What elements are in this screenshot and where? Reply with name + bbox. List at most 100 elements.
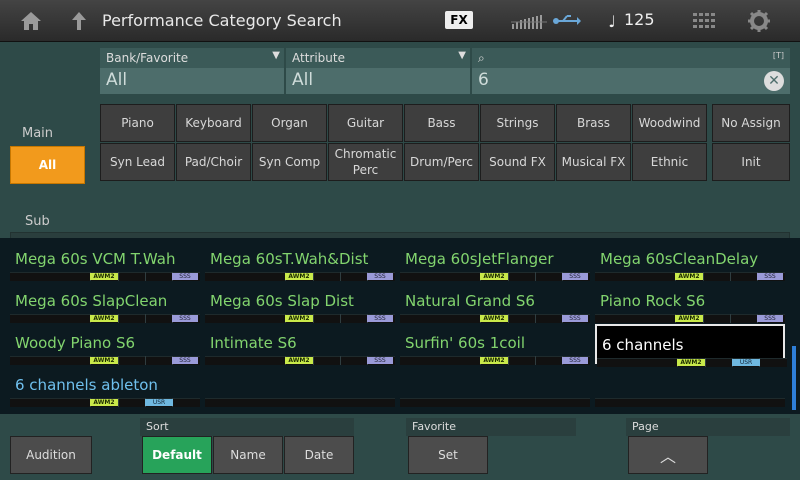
usb-icon [552,8,582,34]
sss-badge: SSS [172,273,198,280]
empty-result-slot [400,366,590,407]
result-name: Mega 60s VCM T.Wah [15,250,176,268]
settings-gear-icon[interactable] [747,8,771,34]
title-bar: Performance Category Search FX ♩ 125 [0,0,800,42]
awm2-badge: AWM2 [90,399,118,406]
bar-divider [145,314,146,323]
all-category-button[interactable]: All [10,146,85,184]
grid-icon[interactable] [692,8,716,34]
awm2-badge: AWM2 [90,315,118,322]
bar-divider [508,314,509,323]
result-attribute-bar [205,398,395,407]
result-item[interactable]: Surfin' 60s 1coil AWM2 SSS [400,324,590,365]
dropdown-triangle-icon: ▼ [458,50,466,61]
bar-divider [703,272,704,281]
text-badge: [T] [772,51,784,60]
result-name: Mega 60sCleanDelay [600,250,759,268]
bar-divider [145,356,146,365]
result-item[interactable]: Mega 60s VCM T.Wah AWM2 SSS [10,240,200,281]
bar-divider [535,314,536,323]
category-bass-button[interactable]: Bass [404,104,479,142]
list-scrollbar[interactable] [792,346,796,410]
awm2-badge: AWM2 [285,357,313,364]
category-organ-button[interactable]: Organ [252,104,327,142]
subcategory-musical-fx-button[interactable]: Musical FX [556,143,631,181]
search-input[interactable]: 6 ✕ [472,68,790,94]
filter-panel: Bank/Favorite ▼ All Attribute ▼ All ⌕ [T] … [0,42,800,274]
main-label: Main [22,126,54,141]
awm2-badge: AWM2 [285,315,313,322]
sort-date-button[interactable]: Date [284,436,354,474]
sort-name-button[interactable]: Name [213,436,283,474]
awm2-badge: AWM2 [480,315,508,322]
sss-badge: SSS [367,273,393,280]
dropdown-triangle-icon: ▼ [272,50,280,61]
empty-result-slot [595,366,785,407]
result-item[interactable]: Mega 60sJetFlanger AWM2 SSS [400,240,590,281]
result-name: Mega 60s SlapClean [15,292,168,310]
result-name: Intimate S6 [210,334,297,352]
tempo-value[interactable]: 125 [624,10,655,29]
result-item[interactable]: Mega 60s Slap Dist AWM2 SSS [205,282,395,323]
result-name: Natural Grand S6 [405,292,535,310]
bar-divider [313,314,314,323]
bar-divider [340,356,341,365]
awm2-badge: AWM2 [90,357,118,364]
result-item[interactable]: 6 channels AWM2 USR [595,324,787,367]
result-item[interactable]: Natural Grand S6 AWM2 SSS [400,282,590,323]
favorite-set-button[interactable]: Set [408,436,488,474]
bar-divider [703,314,704,323]
search-value: 6 [478,70,489,90]
result-name: Mega 60sJetFlanger [405,250,554,268]
category-keyboard-button[interactable]: Keyboard [176,104,251,142]
page-title: Performance Category Search [102,11,342,30]
attribute-select[interactable]: All [286,68,470,94]
result-item[interactable]: 6 channels ableton AWM2 USR [10,366,200,407]
awm2-badge: AWM2 [675,273,703,280]
category-piano-button[interactable]: Piano [100,104,175,142]
note-icon: ♩ [608,11,616,31]
awm2-badge: AWM2 [90,273,118,280]
subcategory-chromatic-perc-button[interactable]: Chromatic Perc [328,143,403,181]
category-guitar-button[interactable]: Guitar [328,104,403,142]
awm2-badge: AWM2 [480,273,508,280]
category-no-assign-button[interactable]: No Assign [712,104,790,142]
results-list: Mega 60s VCM T.Wah AWM2 SSS Mega 60sT.Wah&D… [0,238,800,414]
chevron-up-icon: ︿ [659,447,676,466]
category-woodwind-button[interactable]: Woodwind [632,104,707,142]
category-strings-button[interactable]: Strings [480,104,555,142]
subcategory-pad-choir-button[interactable]: Pad/Choir [176,143,251,181]
subcategory-syn-lead-button[interactable]: Syn Lead [100,143,175,181]
result-item[interactable]: Mega 60sT.Wah&Dist AWM2 SSS [205,240,395,281]
result-item[interactable]: Intimate S6 AWM2 SSS [205,324,395,365]
subcategory-init-button[interactable]: Init [712,143,790,181]
user-badge: USR [732,359,760,366]
page-label: Page [626,418,790,436]
audition-button[interactable]: Audition [10,436,92,474]
result-item[interactable]: Mega 60s SlapClean AWM2 SSS [10,282,200,323]
bar-divider [118,356,119,365]
bank-favorite-select[interactable]: All [100,68,284,94]
result-item[interactable]: Woody Piano S6 AWM2 SSS [10,324,200,365]
subcategory-syn-comp-button[interactable]: Syn Comp [252,143,327,181]
sub-label: Sub [25,214,50,229]
result-item[interactable]: Piano Rock S6 AWM2 SSS [595,282,785,323]
bar-divider [508,356,509,365]
category-brass-button[interactable]: Brass [556,104,631,142]
sss-badge: SSS [757,315,783,322]
subcategory-drum-perc-button[interactable]: Drum/Perc [404,143,479,181]
home-icon[interactable] [18,8,44,34]
page-up-button[interactable]: ︿ [628,436,708,474]
fx-indicator[interactable]: FX [445,11,473,29]
result-name: Piano Rock S6 [600,292,706,310]
subcategory-sound-fx-button[interactable]: Sound FX [480,143,555,181]
bar-divider [340,272,341,281]
bar-divider [313,356,314,365]
result-name: 6 channels [602,336,684,354]
back-arrow-icon[interactable] [68,8,90,34]
result-item[interactable]: Mega 60sCleanDelay AWM2 SSS [595,240,785,281]
subcategory-ethnic-button[interactable]: Ethnic [632,143,707,181]
favorite-label: Favorite [406,418,576,436]
sort-default-button[interactable]: Default [142,436,212,474]
clear-icon[interactable]: ✕ [764,71,784,91]
